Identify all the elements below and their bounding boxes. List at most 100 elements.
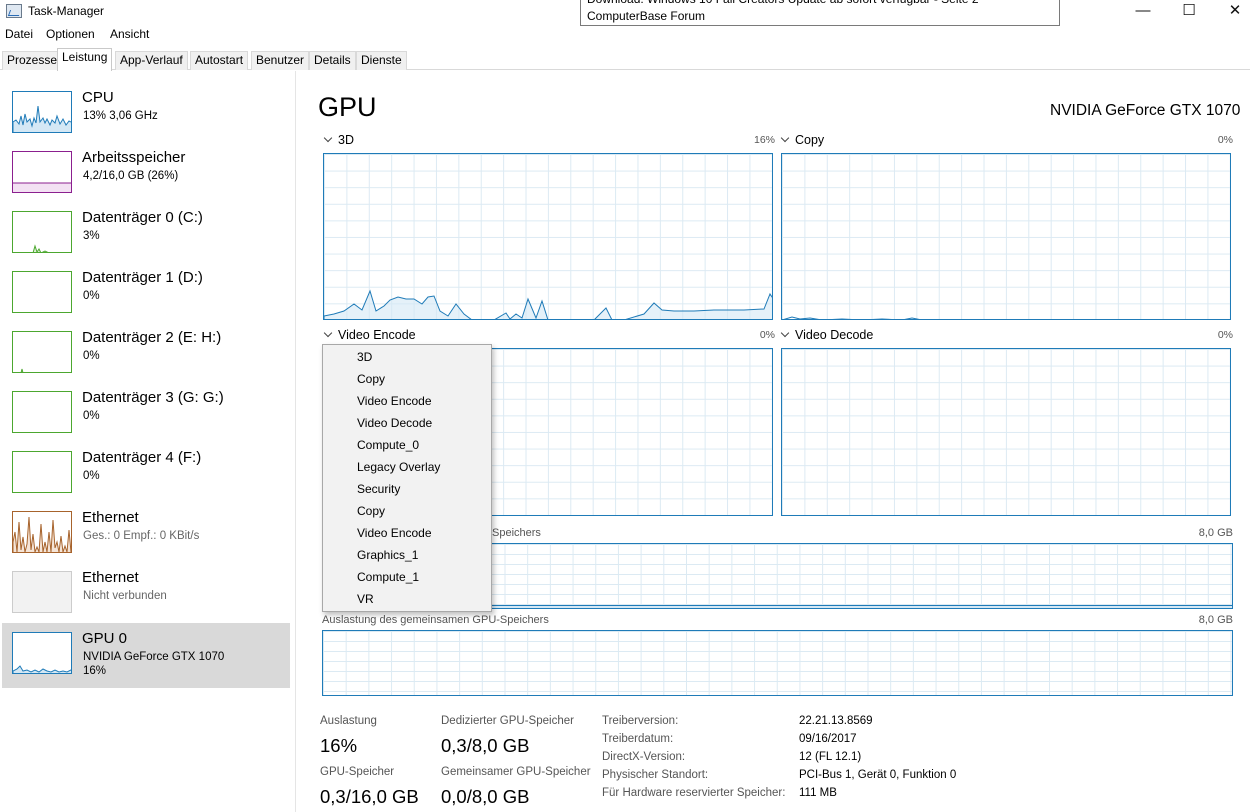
engine-3d-label: 3D: [338, 133, 354, 147]
memory-thumbnail-graph: [12, 151, 72, 193]
tab-strip: Prozesse Leistung App-Verlauf Autostart …: [0, 48, 1250, 71]
sidebar-item-gpu-0[interactable]: GPU 0 NVIDIA GeForce GTX 1070 16%: [2, 623, 290, 688]
dropdown-option-video-decode[interactable]: Video Decode: [357, 416, 432, 430]
dropdown-option-copy[interactable]: Copy: [357, 372, 385, 386]
gpu-memory-value: 0,3/16,0 GB: [320, 786, 419, 807]
page-title: GPU: [318, 92, 377, 122]
close-button[interactable]: ✕: [1212, 0, 1250, 24]
dropdown-option-3d[interactable]: 3D: [357, 350, 372, 364]
chevron-down-icon: [323, 133, 333, 143]
sidebar-item-disk-2[interactable]: Datenträger 2 (E: H:) 0%: [2, 322, 290, 382]
driver-version-value: 22.21.13.8569: [799, 715, 873, 727]
dropdown-option-video-encode[interactable]: Video Encode: [357, 394, 432, 408]
engine-video-decode-selector[interactable]: Video Decode: [780, 328, 873, 342]
gpu-model-name: NVIDIA GeForce GTX 1070: [1050, 102, 1241, 119]
maximize-button[interactable]: ☐: [1166, 0, 1212, 24]
gpu-memory-label: GPU-Speicher: [320, 766, 395, 778]
utilization-value: 16%: [320, 735, 358, 756]
engine-3d-graph: [323, 153, 773, 320]
tab-prozesse[interactable]: Prozesse: [2, 51, 63, 70]
sidebar-item-ethernet-1[interactable]: Ethernet Ges.: 0 Empf.: 0 KBit/s: [2, 502, 290, 562]
dropdown-option-compute-1[interactable]: Compute_1: [357, 570, 419, 584]
reserved-memory-value: 111 MB: [799, 787, 837, 799]
dropdown-option-copy-2[interactable]: Copy: [357, 504, 385, 518]
dropdown-option-graphics-1[interactable]: Graphics_1: [357, 548, 418, 562]
engine-video-decode-percent: 0%: [1217, 329, 1233, 341]
chevron-down-icon: [323, 328, 333, 338]
disk-3-thumbnail-graph: [12, 391, 72, 433]
sidebar-item-disk-4-label: Datenträger 4 (F:): [82, 449, 202, 466]
menu-datei[interactable]: Datei: [5, 27, 33, 41]
engine-copy-selector[interactable]: Copy: [780, 133, 824, 147]
sidebar-item-ethernet-1-label: Ethernet: [82, 509, 139, 526]
sidebar-item-disk-0[interactable]: Datenträger 0 (C:) 3%: [2, 202, 290, 262]
driver-version-key: Treiberversion:: [602, 715, 679, 727]
disk-1-thumbnail-graph: [12, 271, 72, 313]
engine-video-decode-label: Video Decode: [795, 328, 874, 342]
browser-tooltip: Download: Windows 10 Fall Creators Updat…: [580, 0, 1060, 26]
sidebar-item-disk-4-value: 0%: [83, 470, 100, 482]
tooltip-line-1: Download: Windows 10 Fall Creators Updat…: [587, 0, 1053, 8]
sidebar-item-cpu-label: CPU: [82, 89, 114, 106]
sidebar-item-cpu-value: 13% 3,06 GHz: [83, 110, 158, 122]
shared-gpu-memory-value: 0,0/8,0 GB: [441, 786, 530, 807]
directx-version-value: 12 (FL 12.1): [799, 751, 862, 763]
dropdown-option-security[interactable]: Security: [357, 482, 400, 496]
chevron-down-icon: [780, 133, 790, 143]
physical-location-value: PCI-Bus 1, Gerät 0, Funktion 0: [799, 769, 957, 781]
dropdown-option-video-encode-2[interactable]: Video Encode: [357, 526, 432, 540]
sidebar-item-ethernet-2[interactable]: Ethernet Nicht verbunden: [2, 562, 290, 622]
tab-autostart[interactable]: Autostart: [190, 51, 249, 70]
dedicated-gpu-memory-value: 0,3/8,0 GB: [441, 735, 530, 756]
sidebar-item-memory-label: Arbeitsspeicher: [82, 149, 186, 166]
task-manager-icon: [6, 4, 22, 18]
sidebar-item-gpu-0-model: NVIDIA GeForce GTX 1070: [83, 651, 225, 663]
menu-optionen[interactable]: Optionen: [46, 27, 95, 41]
tab-dienste[interactable]: Dienste: [356, 51, 407, 70]
sidebar-item-disk-3-label: Datenträger 3 (G: G:): [82, 389, 224, 406]
tab-details[interactable]: Details: [309, 51, 356, 70]
engine-video-encode-selector[interactable]: Video Encode: [323, 328, 416, 342]
utilization-label: Auslastung: [320, 715, 377, 727]
dedicated-memory-label: Speichers: [492, 527, 541, 539]
shared-memory-max: 8,0 GB: [1198, 614, 1233, 626]
sidebar-item-disk-0-value: 3%: [83, 230, 100, 242]
gpu-0-thumbnail-graph: [12, 632, 72, 674]
tab-benutzer[interactable]: Benutzer: [251, 51, 310, 70]
tab-leistung[interactable]: Leistung: [57, 48, 113, 71]
sidebar-item-disk-3[interactable]: Datenträger 3 (G: G:) 0%: [2, 382, 290, 442]
menu-ansicht[interactable]: Ansicht: [110, 27, 149, 41]
dedicated-gpu-memory-label: Dedizierter GPU-Speicher: [441, 715, 574, 727]
engine-copy-percent: 0%: [1217, 134, 1233, 146]
sidebar-item-disk-1-value: 0%: [83, 290, 100, 302]
chevron-down-icon: [780, 328, 790, 338]
physical-location-key: Physischer Standort:: [602, 769, 709, 781]
engine-copy-graph: [781, 153, 1231, 320]
shared-memory-label: Auslastung des gemeinsamen GPU-Speichers: [322, 614, 549, 626]
dropdown-option-legacy-overlay[interactable]: Legacy Overlay: [357, 460, 440, 474]
dropdown-option-compute-0[interactable]: Compute_0: [357, 438, 419, 452]
shared-gpu-memory-label: Gemeinsamer GPU-Speicher: [441, 766, 591, 778]
minimize-button[interactable]: —: [1120, 0, 1166, 24]
dropdown-option-vr[interactable]: VR: [357, 592, 374, 606]
directx-version-key: DirectX-Version:: [602, 751, 686, 763]
engine-video-encode-percent: 0%: [759, 329, 775, 341]
disk-2-thumbnail-graph: [12, 331, 72, 373]
engine-dropdown-menu: 3D Copy Video Encode Video Decode Comput…: [322, 344, 492, 612]
tab-app-verlauf[interactable]: App-Verlauf: [115, 51, 188, 70]
sidebar-item-memory-value: 4,2/16,0 GB (26%): [83, 170, 179, 182]
engine-copy-label: Copy: [795, 133, 825, 147]
sidebar-item-disk-4[interactable]: Datenträger 4 (F:) 0%: [2, 442, 290, 502]
sidebar-item-disk-1[interactable]: Datenträger 1 (D:) 0%: [2, 262, 290, 322]
sidebar-item-ethernet-1-value: Ges.: 0 Empf.: 0 KBit/s: [83, 530, 200, 542]
driver-date-key: Treiberdatum:: [602, 733, 674, 745]
title-bar: Task-Manager Download: Windows 10 Fall C…: [0, 0, 1250, 26]
sidebar-item-disk-3-value: 0%: [83, 410, 100, 422]
sidebar-item-gpu-0-label: GPU 0: [82, 630, 128, 647]
reserved-memory-key: Für Hardware reservierter Speicher:: [602, 787, 786, 799]
disk-0-thumbnail-graph: [12, 211, 72, 253]
engine-3d-selector[interactable]: 3D: [323, 133, 354, 147]
cpu-thumbnail-graph: [12, 91, 72, 133]
sidebar-item-cpu[interactable]: CPU 13% 3,06 GHz: [2, 82, 290, 142]
sidebar-item-memory[interactable]: Arbeitsspeicher 4,2/16,0 GB (26%): [2, 142, 290, 202]
